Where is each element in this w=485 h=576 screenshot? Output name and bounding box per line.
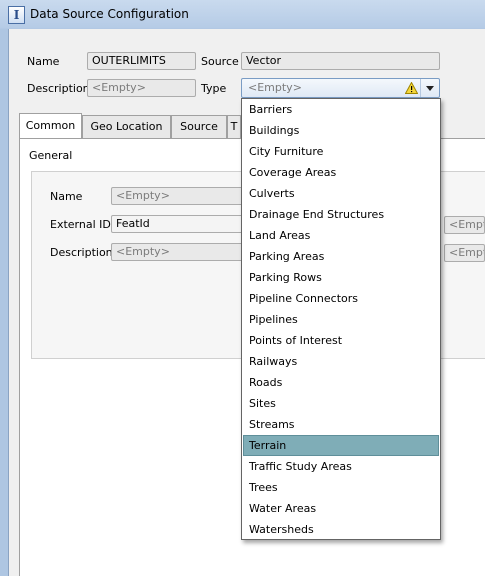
general-description-label: Description bbox=[50, 246, 113, 259]
type-option-buildings[interactable]: Buildings bbox=[243, 120, 439, 141]
type-option-parking-areas[interactable]: Parking Areas bbox=[243, 246, 439, 267]
general-name-field[interactable]: <Empty> bbox=[111, 187, 243, 205]
type-option-land-areas[interactable]: Land Areas bbox=[243, 225, 439, 246]
type-option-water-areas[interactable]: Water Areas bbox=[243, 498, 439, 519]
description-label: Description bbox=[27, 82, 90, 95]
type-option-barriers[interactable]: Barriers bbox=[243, 99, 439, 120]
window-title: Data Source Configuration bbox=[30, 7, 189, 21]
type-option-trees[interactable]: Trees bbox=[243, 477, 439, 498]
source-field[interactable]: Vector bbox=[241, 52, 440, 70]
general-section-title: General bbox=[29, 149, 73, 162]
type-option-sites[interactable]: Sites bbox=[243, 393, 439, 414]
warning-icon bbox=[405, 82, 418, 94]
tab-t[interactable]: T bbox=[227, 115, 241, 138]
type-option-watersheds[interactable]: Watersheds bbox=[243, 519, 439, 540]
type-option-culverts[interactable]: Culverts bbox=[243, 183, 439, 204]
general-description-secondary-field[interactable]: <Empty bbox=[444, 244, 485, 262]
type-combobox[interactable]: <Empty> bbox=[241, 78, 440, 98]
type-option-railways[interactable]: Railways bbox=[243, 351, 439, 372]
type-combobox-dropdown-button[interactable] bbox=[420, 79, 439, 97]
type-option-traffic-study-areas[interactable]: Traffic Study Areas bbox=[243, 456, 439, 477]
type-label: Type bbox=[201, 82, 227, 95]
tab-source[interactable]: Source bbox=[171, 115, 227, 138]
type-option-coverage-areas[interactable]: Coverage Areas bbox=[243, 162, 439, 183]
tab-common[interactable]: Common bbox=[19, 113, 82, 138]
general-name-label: Name bbox=[50, 190, 83, 203]
type-option-roads[interactable]: Roads bbox=[243, 372, 439, 393]
external-id-secondary-field[interactable]: <Empty bbox=[444, 216, 485, 234]
type-option-points-of-interest[interactable]: Points of Interest bbox=[243, 330, 439, 351]
type-option-parking-rows[interactable]: Parking Rows bbox=[243, 267, 439, 288]
external-id-field[interactable]: FeatId bbox=[111, 215, 243, 233]
external-id-label: External ID bbox=[50, 218, 111, 231]
name-label: Name bbox=[27, 55, 60, 68]
description-field[interactable]: <Empty> bbox=[87, 79, 196, 97]
tab-geo-location[interactable]: Geo Location bbox=[82, 115, 171, 138]
type-option-pipelines[interactable]: Pipelines bbox=[243, 309, 439, 330]
type-combobox-value: <Empty> bbox=[248, 81, 302, 94]
name-field[interactable]: OUTERLIMITS bbox=[87, 52, 196, 70]
type-option-pipeline-connectors[interactable]: Pipeline Connectors bbox=[243, 288, 439, 309]
title-bar[interactable]: I Data Source Configuration bbox=[0, 0, 485, 29]
type-option-drainage-end-structures[interactable]: Drainage End Structures bbox=[243, 204, 439, 225]
general-description-field[interactable]: <Empty> bbox=[111, 243, 243, 261]
type-option-streams[interactable]: Streams bbox=[243, 414, 439, 435]
type-option-terrain[interactable]: Terrain bbox=[243, 435, 439, 456]
source-label: Source bbox=[201, 55, 239, 68]
info-i-icon: I bbox=[8, 6, 25, 24]
chevron-down-icon bbox=[426, 86, 434, 91]
type-dropdown-list[interactable]: Barriers Buildings City Furniture Covera… bbox=[241, 98, 441, 540]
type-option-city-furniture[interactable]: City Furniture bbox=[243, 141, 439, 162]
